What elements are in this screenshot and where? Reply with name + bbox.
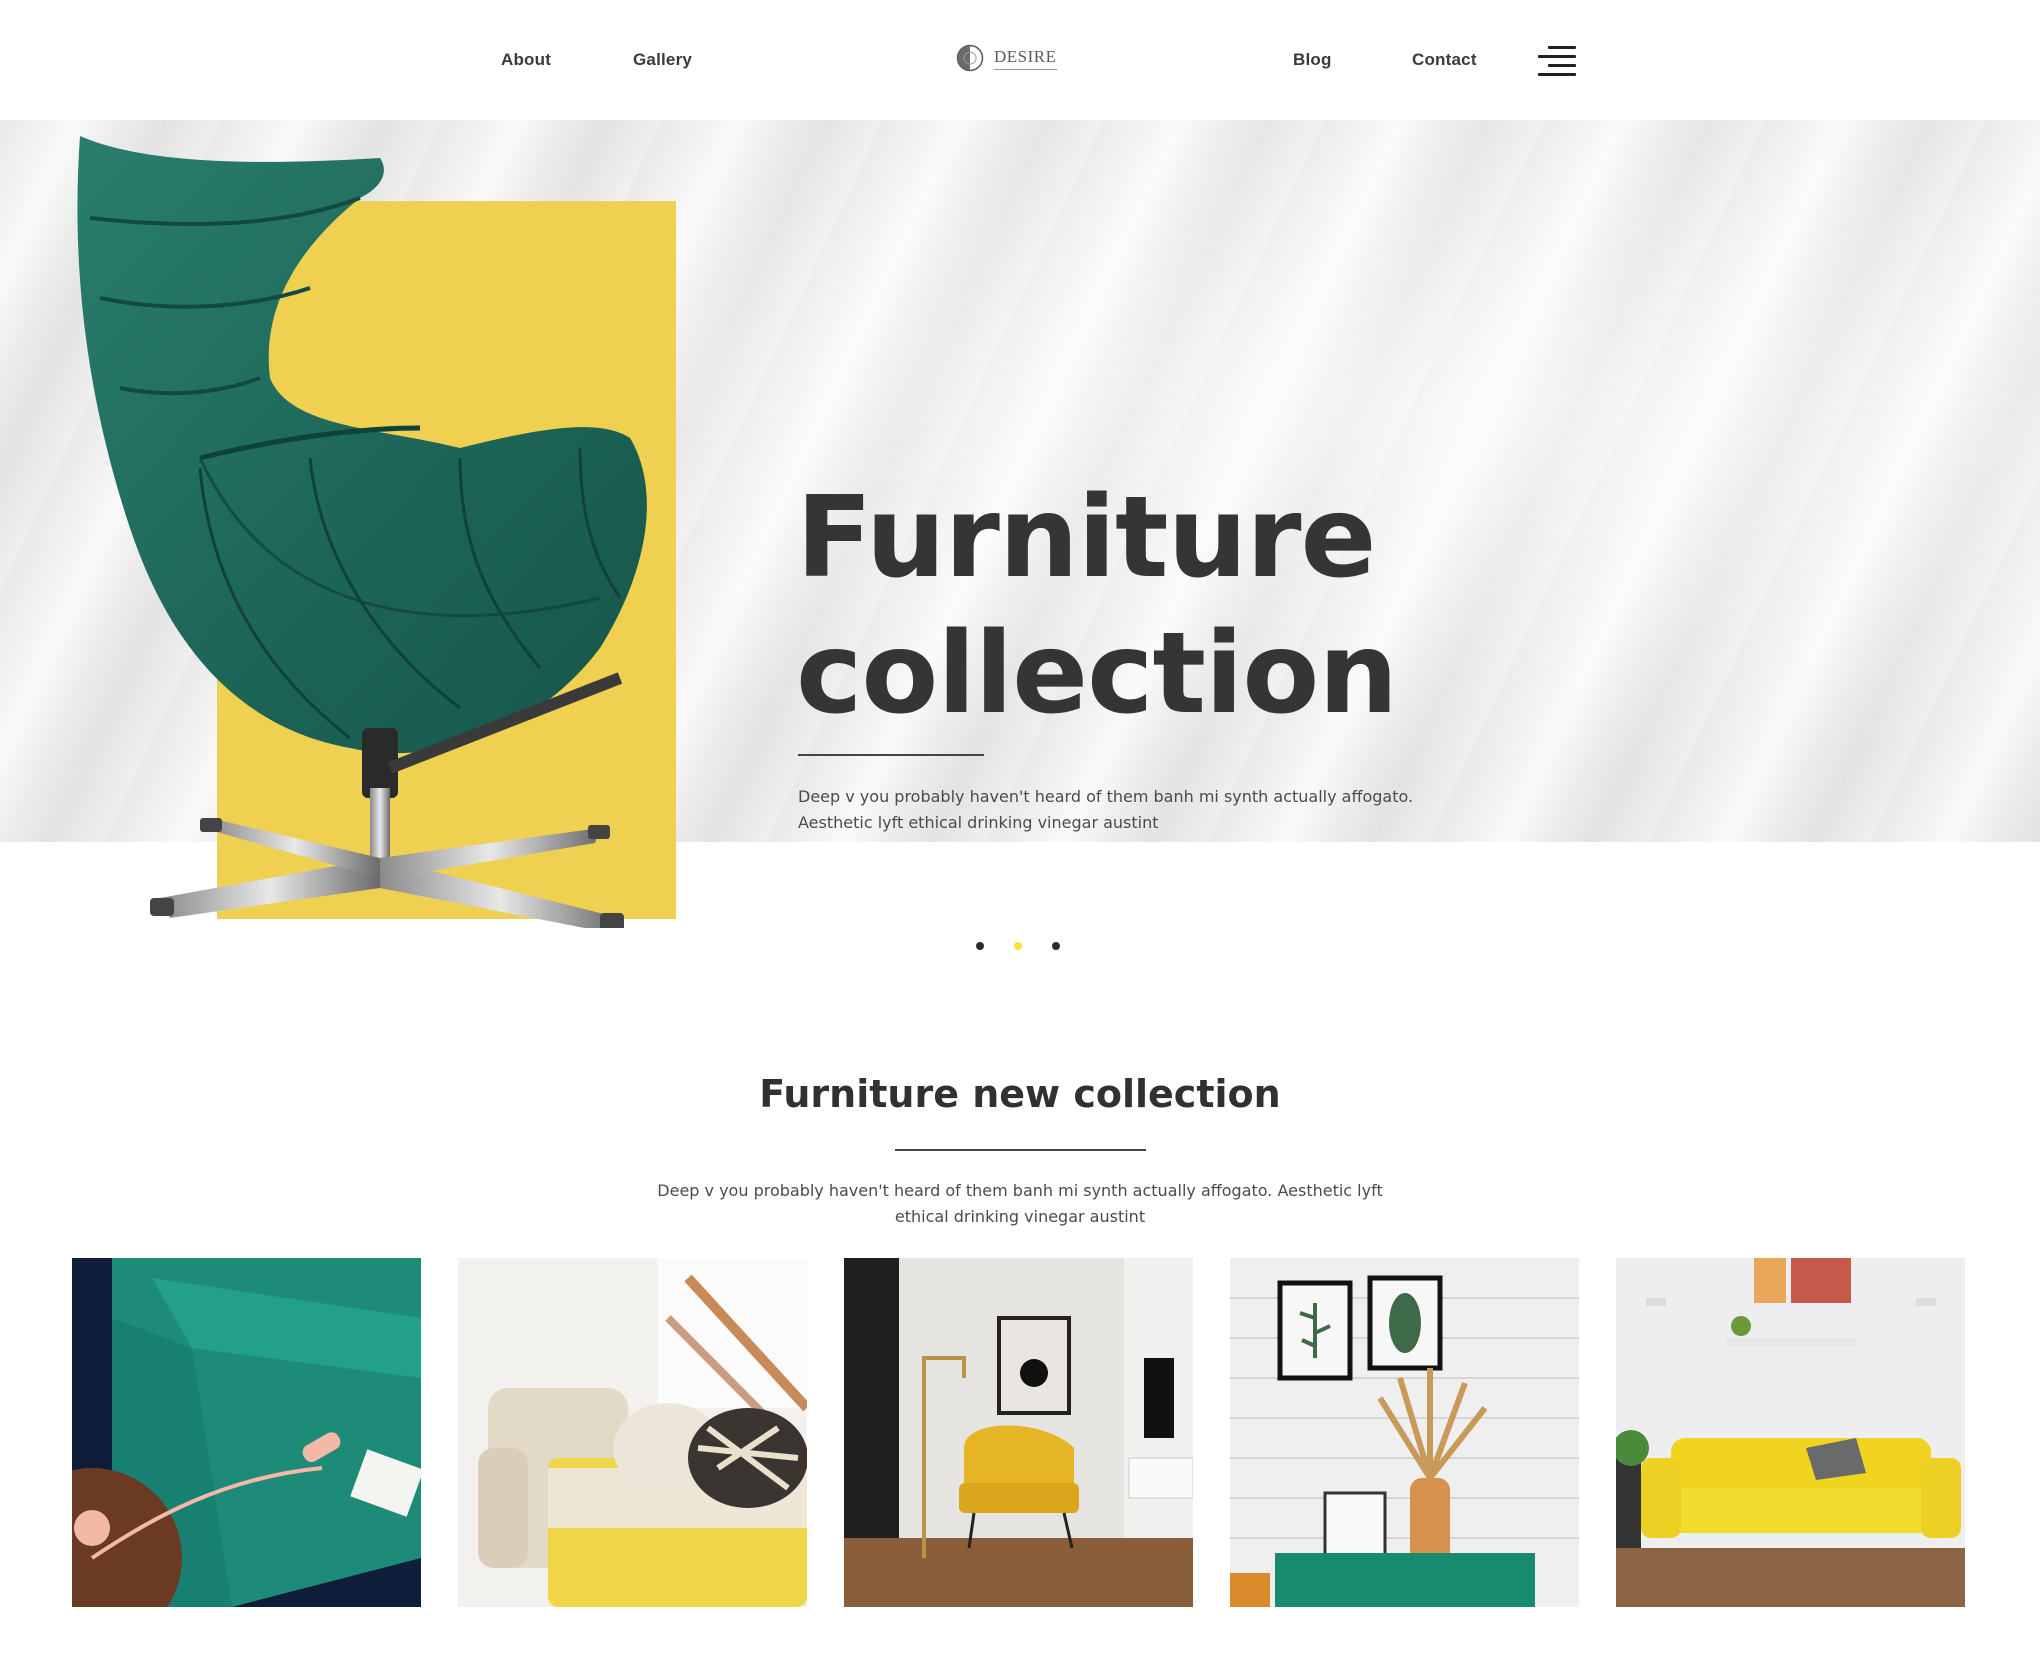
top-navigation: About Gallery DESIRE Blog Contact [0,0,2040,120]
cream-armchair-yellow-sofa-image[interactable] [458,1258,807,1607]
carousel-dots [976,942,1060,950]
hero-divider [798,754,984,756]
collection-description: Deep v you probably haven't heard of the… [657,1181,1383,1226]
carousel-dot-2[interactable] [1014,942,1022,950]
green-console-dried-flowers-image[interactable] [1230,1258,1579,1607]
nav-link-about[interactable]: About [501,50,551,70]
collection-divider [895,1149,1146,1151]
hamburger-menu-icon[interactable] [1536,44,1576,76]
logo-text: DESIRE [994,47,1057,70]
green-egg-chair-image [77,136,647,928]
collection-title: Furniture new collection [759,1072,1281,1116]
yellow-armchair-dark-room-image[interactable] [844,1258,1193,1607]
yellow-sofa-white-wall-image[interactable] [1616,1258,1965,1607]
nav-link-gallery[interactable]: Gallery [633,50,692,70]
hero-description: Deep v you probably haven't heard of the… [798,787,1414,832]
nav-link-contact[interactable]: Contact [1412,50,1477,70]
collection-gallery [72,1258,1965,1607]
hero-title-line1: Furniture [796,473,1377,603]
brand-logo[interactable]: DESIRE [956,44,1057,72]
nav-link-blog[interactable]: Blog [1293,50,1332,70]
hero-title-line2: collection [796,609,1398,739]
carousel-dot-3[interactable] [1052,942,1060,950]
green-sofa-with-telephone-image[interactable] [72,1258,421,1607]
logo-circle-icon [956,44,984,72]
hero-title: Furniture collection [796,470,1398,742]
carousel-dot-1[interactable] [976,942,984,950]
